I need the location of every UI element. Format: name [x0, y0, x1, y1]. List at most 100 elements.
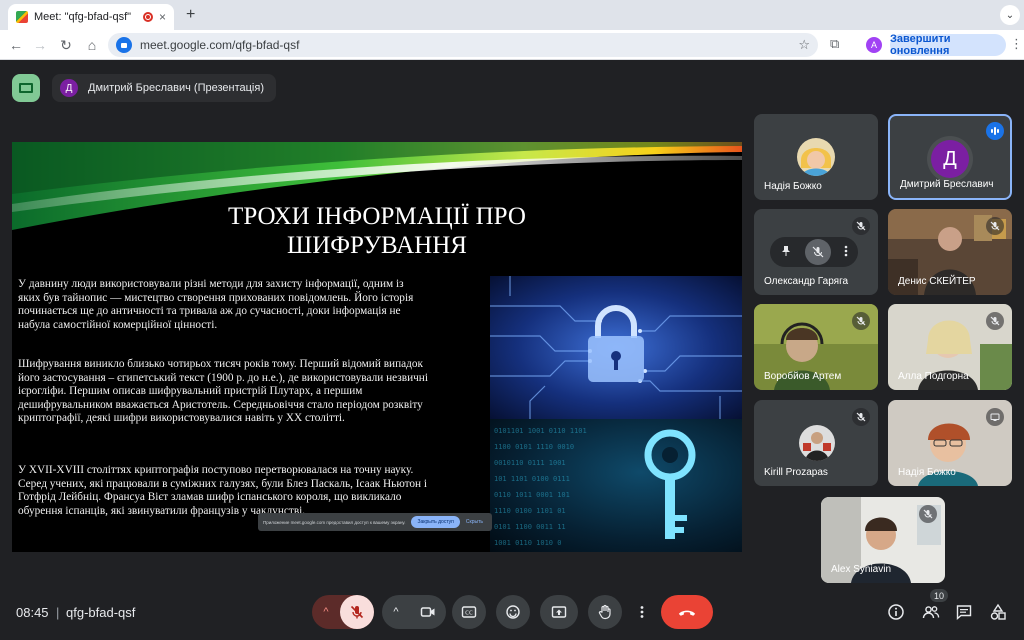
- extensions-icon[interactable]: ⧉: [830, 36, 839, 52]
- meeting-details-button[interactable]: [885, 601, 907, 623]
- slide-paragraph: У XVII-XVIII століттях криптографія пост…: [18, 464, 428, 517]
- presenter-chip[interactable]: Д Дмитрий Бреславич (Презентація): [52, 74, 276, 102]
- participant-name: Олександр Гаряга: [764, 276, 849, 287]
- site-info-icon[interactable]: [116, 37, 132, 53]
- info-icon: [888, 604, 904, 620]
- svg-text:1100 0101 1110 0010: 1100 0101 1110 0010: [494, 443, 574, 451]
- mic-off-icon: [350, 605, 364, 619]
- more-vert-icon: [640, 606, 644, 618]
- meeting-code[interactable]: qfg-bfad-qsf: [66, 605, 135, 620]
- slide-title: ТРОХИ ІНФОРМАЦІЇ ПРО ШИФРУВАННЯ: [162, 202, 592, 260]
- slide-title-line: ШИФРУВАННЯ: [287, 232, 467, 259]
- camera-toggle-button[interactable]: [410, 595, 446, 629]
- participant-name: Надія Божко: [898, 467, 956, 478]
- svg-text:101 1101 0100 0111: 101 1101 0100 0111: [494, 475, 570, 483]
- mic-off-icon: [986, 312, 1004, 330]
- leave-call-button[interactable]: [661, 595, 713, 629]
- participant-tile-active-speaker[interactable]: Д Дмитрий Бреславич: [888, 114, 1012, 200]
- digital-key-image: 0101101 1001 0110 1101 1100 0101 1110 001…: [490, 419, 742, 552]
- people-button[interactable]: [920, 601, 942, 623]
- participant-avatar: [797, 138, 835, 176]
- emoji-icon: [506, 605, 520, 619]
- mic-off-icon: [852, 217, 870, 235]
- browser-menu-icon[interactable]: ⋮: [1010, 36, 1023, 52]
- participant-tile-video[interactable]: Денис СКЕЙТЕР: [888, 209, 1012, 295]
- svg-text:0101 1100 0011 11: 0101 1100 0011 11: [494, 523, 566, 531]
- closed-captions-icon: CC: [461, 606, 477, 618]
- present-now-button[interactable]: [540, 595, 578, 629]
- browser-tab-meet[interactable]: Meet: "qfg-bfad-qsf" ×: [8, 4, 174, 30]
- participant-tile-video[interactable]: Надія Божко: [888, 400, 1012, 486]
- participant-tile-video[interactable]: Воробйов Артем: [754, 304, 878, 390]
- call-end-icon: [678, 610, 696, 616]
- footer-separator: |: [56, 605, 60, 620]
- speaking-indicator-icon: [986, 122, 1004, 140]
- mic-off-icon: [852, 312, 870, 330]
- slide-paragraph: У давнину люди використовували різні мет…: [18, 278, 414, 331]
- padlock-circuit-image: [490, 276, 742, 419]
- presenter-label: Дмитрий Бреславич (Презентація): [88, 82, 264, 94]
- home-button[interactable]: ⌂: [84, 37, 100, 53]
- new-tab-button[interactable]: +: [186, 6, 195, 24]
- profile-avatar[interactable]: A: [866, 37, 882, 53]
- activities-button[interactable]: [987, 601, 1009, 623]
- svg-text:1110 0100 1101 01: 1110 0100 1101 01: [494, 507, 566, 515]
- participant-name: Воробйов Артем: [764, 371, 842, 382]
- svg-text:CC: CC: [465, 611, 473, 617]
- present-to-all-icon: [551, 606, 567, 618]
- more-options-button[interactable]: [630, 595, 654, 629]
- key-icon: 0101101 1001 0110 1101 1100 0101 1110 001…: [494, 427, 696, 547]
- microphone-toggle-button[interactable]: [340, 595, 374, 629]
- participant-tile-video[interactable]: Alex Syniavin: [821, 497, 945, 583]
- participant-tile[interactable]: Kirill Prozapas: [754, 400, 878, 486]
- back-button[interactable]: ←: [8, 37, 24, 53]
- bookmark-star-icon[interactable]: ☆: [798, 37, 810, 53]
- mute-participant-button[interactable]: [804, 239, 831, 265]
- presentation-layout-button[interactable]: [12, 74, 40, 102]
- meeting-clock: 08:45: [16, 605, 49, 620]
- present-screen-icon: [19, 83, 33, 93]
- participant-name: Kirill Prozapas: [764, 467, 828, 478]
- mic-off-icon: [852, 408, 870, 426]
- videocam-icon: [420, 607, 435, 617]
- captions-button[interactable]: CC: [452, 595, 486, 629]
- forward-button[interactable]: →: [32, 37, 48, 53]
- people-icon: [922, 606, 940, 619]
- participant-name: Alex Syniavin: [831, 564, 892, 575]
- participant-name: Алла Подгорна: [898, 371, 969, 382]
- recording-icon: [142, 12, 153, 22]
- reload-button[interactable]: ↻: [58, 37, 74, 54]
- slide-title-line: ТРОХИ ІНФОРМАЦІЇ ПРО: [228, 203, 526, 230]
- more-vert-icon[interactable]: [844, 245, 848, 260]
- tab-close-icon[interactable]: ×: [159, 10, 166, 24]
- hand-icon: [598, 604, 611, 620]
- tab-search-button[interactable]: ⌄: [1000, 5, 1020, 25]
- chat-icon: [956, 605, 972, 621]
- chat-button[interactable]: [953, 601, 975, 623]
- participant-tile[interactable]: Олександр Гаряга: [754, 209, 878, 295]
- meet-favicon-icon: [16, 11, 28, 23]
- presenting-screen-icon: [986, 408, 1004, 426]
- video-settings-chevron-up-icon[interactable]: ^: [382, 595, 410, 629]
- svg-text:1001 0110 1010 0: 1001 0110 1010 0: [494, 539, 561, 547]
- participant-tile-video[interactable]: Алла Подгорна: [888, 304, 1012, 390]
- svg-text:0101101 1001 0110 1101: 0101101 1001 0110 1101: [494, 427, 587, 435]
- participant-name: Дмитрий Бреславич: [900, 179, 994, 190]
- participant-avatar: Д: [931, 140, 969, 178]
- slide-paragraph: Шифрування виникло близько чотирьох тися…: [18, 358, 428, 425]
- hide-notice-button[interactable]: Скрыть: [466, 519, 483, 525]
- participant-tile[interactable]: Надія Божко: [754, 114, 878, 200]
- stop-sharing-button[interactable]: Закрыть доступ: [411, 516, 460, 528]
- reactions-button[interactable]: [496, 595, 530, 629]
- mic-off-icon: [919, 505, 937, 523]
- participant-name: Надія Божко: [764, 181, 822, 192]
- url-text: meet.google.com/qfg-bfad-qsf: [140, 38, 300, 52]
- pin-icon[interactable]: [780, 245, 792, 260]
- finish-update-button[interactable]: Завершити оновлення: [890, 33, 1006, 57]
- address-bar[interactable]: meet.google.com/qfg-bfad-qsf ☆: [108, 33, 818, 57]
- presentation-slide: ТРОХИ ІНФОРМАЦІЇ ПРО ШИФРУВАННЯ У давнин…: [12, 142, 742, 552]
- audio-settings-chevron-up-icon[interactable]: ^: [312, 595, 340, 629]
- raise-hand-button[interactable]: [588, 595, 622, 629]
- presenter-avatar: Д: [60, 79, 78, 97]
- share-notice-text: Приложение meet.google.com предоставил д…: [263, 519, 406, 525]
